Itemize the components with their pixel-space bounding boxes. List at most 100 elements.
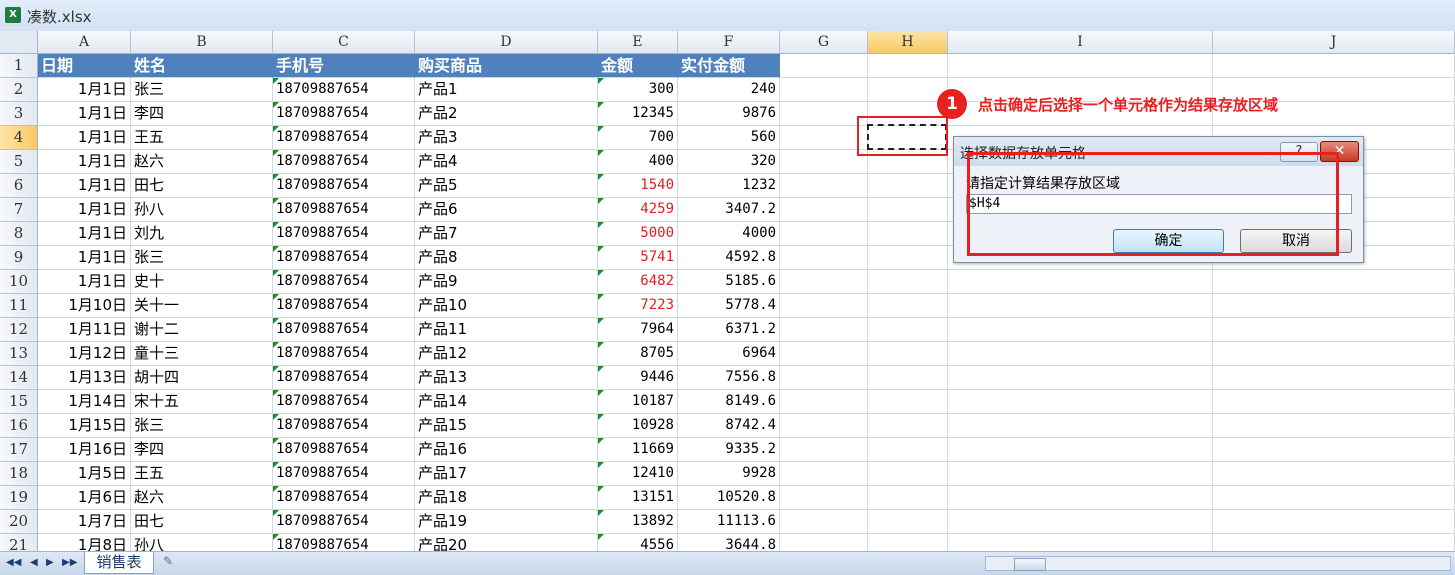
cell-h6[interactable] <box>868 174 948 198</box>
cell-c16[interactable]: 18709887654 <box>273 414 415 438</box>
row-header-4[interactable]: 4 <box>0 126 38 150</box>
row-header-10[interactable]: 10 <box>0 270 38 294</box>
cell-a8[interactable]: 1月1日 <box>38 222 131 246</box>
row-header-18[interactable]: 18 <box>0 462 38 486</box>
cell-h1[interactable] <box>868 54 948 78</box>
cell-c2[interactable]: 18709887654 <box>273 78 415 102</box>
column-header-a[interactable]: A <box>38 31 131 54</box>
cell-d17[interactable]: 产品16 <box>415 438 598 462</box>
cell-a19[interactable]: 1月6日 <box>38 486 131 510</box>
cell-d19[interactable]: 产品18 <box>415 486 598 510</box>
cell-c12[interactable]: 18709887654 <box>273 318 415 342</box>
cell-g2[interactable] <box>780 78 868 102</box>
cell-g9[interactable] <box>780 246 868 270</box>
cell-b6[interactable]: 田七 <box>131 174 273 198</box>
column-header-h[interactable]: H <box>868 31 948 54</box>
cell-e2[interactable]: 300 <box>598 78 678 102</box>
cell-a5[interactable]: 1月1日 <box>38 150 131 174</box>
cell-f13[interactable]: 6964 <box>678 342 780 366</box>
cell-j11[interactable] <box>1213 294 1455 318</box>
cell-b4[interactable]: 王五 <box>131 126 273 150</box>
cell-f10[interactable]: 5185.6 <box>678 270 780 294</box>
cell-e17[interactable]: 11669 <box>598 438 678 462</box>
cell-g10[interactable] <box>780 270 868 294</box>
cell-c18[interactable]: 18709887654 <box>273 462 415 486</box>
cell-i14[interactable] <box>948 366 1213 390</box>
cell-b8[interactable]: 刘九 <box>131 222 273 246</box>
cell-d3[interactable]: 产品2 <box>415 102 598 126</box>
cell-j16[interactable] <box>1213 414 1455 438</box>
first-sheet-icon[interactable]: ◀◀ <box>6 557 21 568</box>
cell-a12[interactable]: 1月11日 <box>38 318 131 342</box>
insert-sheet-icon[interactable]: ✎ <box>156 554 180 571</box>
cell-i18[interactable] <box>948 462 1213 486</box>
prev-sheet-icon[interactable]: ◀ <box>30 557 38 568</box>
cell-a7[interactable]: 1月1日 <box>38 198 131 222</box>
cell-b3[interactable]: 李四 <box>131 102 273 126</box>
cell-i11[interactable] <box>948 294 1213 318</box>
cell-i16[interactable] <box>948 414 1213 438</box>
row-header-3[interactable]: 3 <box>0 102 38 126</box>
cell-f1[interactable]: 实付金额 <box>678 54 780 78</box>
cell-a6[interactable]: 1月1日 <box>38 174 131 198</box>
cell-b12[interactable]: 谢十二 <box>131 318 273 342</box>
cell-e14[interactable]: 9446 <box>598 366 678 390</box>
cell-g20[interactable] <box>780 510 868 534</box>
column-header-g[interactable]: G <box>780 31 868 54</box>
cell-b18[interactable]: 王五 <box>131 462 273 486</box>
cell-d9[interactable]: 产品8 <box>415 246 598 270</box>
last-sheet-icon[interactable]: ▶▶ <box>62 557 77 568</box>
cell-b13[interactable]: 童十三 <box>131 342 273 366</box>
cell-e1[interactable]: 金额 <box>598 54 678 78</box>
cell-a11[interactable]: 1月10日 <box>38 294 131 318</box>
cell-d14[interactable]: 产品13 <box>415 366 598 390</box>
cell-f16[interactable]: 8742.4 <box>678 414 780 438</box>
row-header-1[interactable]: 1 <box>0 54 38 78</box>
cell-a2[interactable]: 1月1日 <box>38 78 131 102</box>
cell-f5[interactable]: 320 <box>678 150 780 174</box>
column-header-i[interactable]: I <box>948 31 1213 54</box>
row-header-15[interactable]: 15 <box>0 390 38 414</box>
cell-a16[interactable]: 1月15日 <box>38 414 131 438</box>
column-header-b[interactable]: B <box>131 31 273 54</box>
cell-h2[interactable] <box>868 78 948 102</box>
cell-d16[interactable]: 产品15 <box>415 414 598 438</box>
column-header-c[interactable]: C <box>273 31 415 54</box>
cell-f9[interactable]: 4592.8 <box>678 246 780 270</box>
cell-c5[interactable]: 18709887654 <box>273 150 415 174</box>
cell-h14[interactable] <box>868 366 948 390</box>
cell-g7[interactable] <box>780 198 868 222</box>
cell-j15[interactable] <box>1213 390 1455 414</box>
cell-i15[interactable] <box>948 390 1213 414</box>
cell-h15[interactable] <box>868 390 948 414</box>
cell-d12[interactable]: 产品11 <box>415 318 598 342</box>
column-header-f[interactable]: F <box>678 31 780 54</box>
cell-c8[interactable]: 18709887654 <box>273 222 415 246</box>
cell-g13[interactable] <box>780 342 868 366</box>
cell-f17[interactable]: 9335.2 <box>678 438 780 462</box>
cell-g16[interactable] <box>780 414 868 438</box>
cell-i1[interactable] <box>948 54 1213 78</box>
cell-e6[interactable]: 1540 <box>598 174 678 198</box>
cell-e16[interactable]: 10928 <box>598 414 678 438</box>
cell-h12[interactable] <box>868 318 948 342</box>
cell-h9[interactable] <box>868 246 948 270</box>
cell-c20[interactable]: 18709887654 <box>273 510 415 534</box>
next-sheet-icon[interactable]: ▶ <box>46 557 54 568</box>
cell-d18[interactable]: 产品17 <box>415 462 598 486</box>
cell-j14[interactable] <box>1213 366 1455 390</box>
cell-b19[interactable]: 赵六 <box>131 486 273 510</box>
cell-g17[interactable] <box>780 438 868 462</box>
cell-g3[interactable] <box>780 102 868 126</box>
cell-h16[interactable] <box>868 414 948 438</box>
cell-c15[interactable]: 18709887654 <box>273 390 415 414</box>
cell-a20[interactable]: 1月7日 <box>38 510 131 534</box>
cell-f18[interactable]: 9928 <box>678 462 780 486</box>
cell-h10[interactable] <box>868 270 948 294</box>
cell-e3[interactable]: 12345 <box>598 102 678 126</box>
cell-g1[interactable] <box>780 54 868 78</box>
cell-c1[interactable]: 手机号 <box>273 54 415 78</box>
cell-d8[interactable]: 产品7 <box>415 222 598 246</box>
cell-e9[interactable]: 5741 <box>598 246 678 270</box>
cell-b1[interactable]: 姓名 <box>131 54 273 78</box>
